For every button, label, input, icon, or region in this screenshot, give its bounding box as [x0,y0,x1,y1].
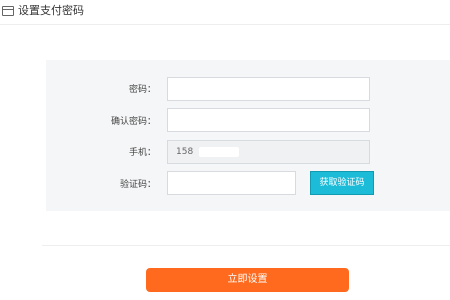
phone-field: 158 [167,140,370,164]
confirm-password-field[interactable] [167,108,370,132]
password-label: 密码： [128,85,156,95]
get-code-button[interactable]: 获取验证码 [310,171,374,195]
submit-button[interactable]: 立即设置 [146,268,349,292]
form-panel: 密码： 确认密码： 手机： 158 验证码： 获取验证码 [46,60,450,211]
phone-label: 手机： [128,148,156,158]
card-icon [2,6,14,16]
phone-value: 158 [176,147,194,157]
confirm-password-label: 确认密码： [110,117,156,127]
verification-code-field[interactable] [167,171,296,195]
page-title: 设置支付密码 [18,4,84,17]
code-label: 验证码： [119,180,156,190]
phone-mask [199,146,240,157]
password-field[interactable] [167,77,370,101]
page-header: 设置支付密码 [0,0,450,25]
divider [42,245,450,246]
